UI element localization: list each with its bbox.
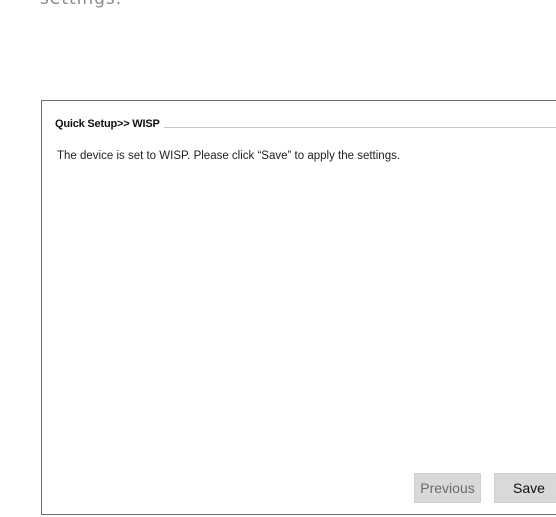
title-divider [163,126,556,128]
panel-title: Quick Setup>> WISP [55,118,160,130]
instruction-text-fragment: settings. [40,0,122,9]
save-button[interactable]: Save [494,473,556,503]
previous-button[interactable]: Previous [414,473,481,503]
panel-header: Quick Setup>> WISP [55,118,556,130]
quick-setup-panel: Quick Setup>> WISP The device is set to … [41,100,556,515]
status-message: The device is set to WISP. Please click … [57,150,401,162]
